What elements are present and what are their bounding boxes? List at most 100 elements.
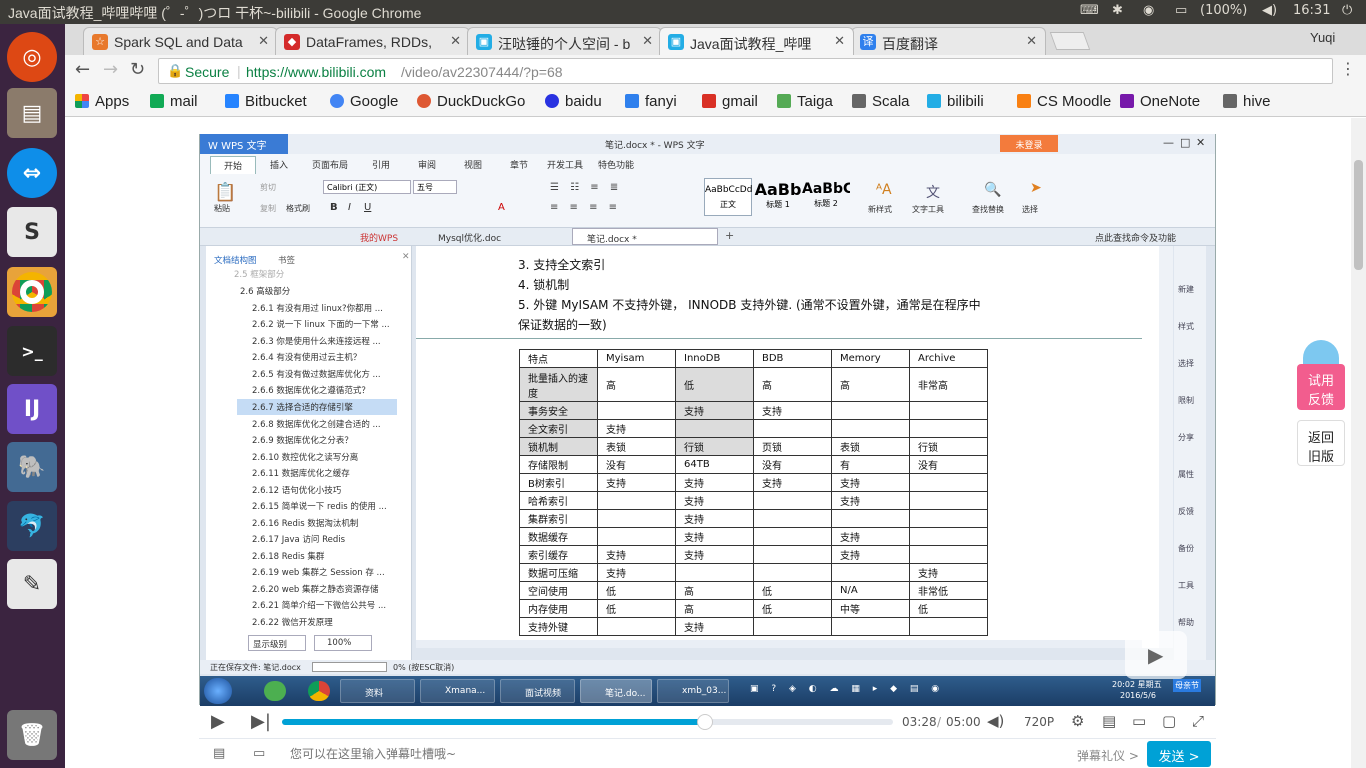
close-icon[interactable]: ✕ xyxy=(642,33,653,49)
tree-item[interactable]: 2.6 高级部分 xyxy=(240,285,401,297)
tree-item[interactable]: 2.6.4 有没有使用过云主机？ xyxy=(252,351,401,363)
bookmark-cs-moodle[interactable]: CS Moodle xyxy=(1017,93,1111,110)
bookmark-google[interactable]: Google xyxy=(330,93,398,110)
tree-item[interactable]: 2.6.6 数据库优化之遵循范式？ xyxy=(252,384,401,396)
taskbar-folder[interactable]: Xmana... xyxy=(420,679,495,703)
styles-button[interactable]: 样式 xyxy=(1178,321,1194,332)
scroll-thumb[interactable] xyxy=(1354,160,1363,270)
wps-app-menu[interactable]: W WPS 文字 xyxy=(200,134,288,154)
tab-layout[interactable]: 页面布局 xyxy=(302,156,358,174)
underline-icon[interactable]: U xyxy=(364,202,371,213)
quality-select[interactable]: 720P xyxy=(1024,715,1054,729)
properties-button[interactable]: 属性 xyxy=(1178,469,1194,480)
chrome-icon[interactable] xyxy=(7,267,57,317)
tab-dataframes[interactable]: ◆ DataFrames, RDDs, ✕ xyxy=(275,27,470,55)
bookmark-mail[interactable]: mail xyxy=(150,93,198,110)
win-date[interactable]: 2016/5/6 xyxy=(1120,691,1156,700)
bookmark-baidu[interactable]: baidu xyxy=(545,93,602,110)
tree-item[interactable]: 2.6.10 数控优化之读写分离 xyxy=(252,451,401,463)
tree-item[interactable]: 2.6.9 数据库优化之分表？ xyxy=(252,434,401,446)
settings-icon[interactable]: ⚙ xyxy=(1071,712,1084,730)
add-tab-icon[interactable]: + xyxy=(725,229,734,242)
system-tray-icons[interactable]: ▣ ? ◈ ◐ ☁ ▦ ▸ ◆ ▤ ◉ xyxy=(750,684,944,694)
ubuntu-icon[interactable]: ◎ xyxy=(7,32,57,82)
paste-icon[interactable]: 📋 xyxy=(214,182,236,203)
tree-item[interactable]: 2.6.2 说一下 linux 下面的一下常 ... xyxy=(252,318,401,330)
tab-view[interactable]: 视图 xyxy=(450,156,496,174)
text-tools-button[interactable]: 文字工具 xyxy=(912,204,944,215)
widescreen-icon[interactable]: ▭ xyxy=(1132,712,1146,730)
share-button[interactable]: 分享 xyxy=(1178,432,1194,443)
bookmark-onenote[interactable]: OneNote xyxy=(1120,93,1200,110)
close-icon[interactable]: ✕ xyxy=(450,33,461,49)
wps-home-tab[interactable]: 我的WPS xyxy=(360,231,398,244)
win-time[interactable]: 20:02 星期五 xyxy=(1112,679,1162,690)
tools-button[interactable]: 工具 xyxy=(1178,580,1194,591)
taskbar-wps[interactable]: 笔记.do... xyxy=(580,679,652,703)
play-overlay[interactable]: ▶ xyxy=(1125,631,1187,679)
volume-icon[interactable]: ◀) xyxy=(1262,3,1277,18)
menu-icon[interactable]: ⋮ xyxy=(1340,59,1356,78)
bookmark-bitbucket[interactable]: Bitbucket xyxy=(225,93,307,110)
close-icon[interactable]: ✕ xyxy=(834,33,845,49)
maximize-icon[interactable]: □ xyxy=(1180,136,1190,149)
select-side-button[interactable]: 选择 xyxy=(1178,358,1194,369)
windows-start-icon[interactable] xyxy=(204,678,232,704)
paragraph-tools[interactable]: ☰ ☷ ≡ ≣ xyxy=(550,182,622,193)
teamviewer-icon[interactable]: ⇔ xyxy=(7,148,57,198)
bookmark-bilibili[interactable]: bilibili xyxy=(927,93,984,110)
pane-tab-structure[interactable]: 文档结构图 xyxy=(214,254,257,266)
danmaku-icon[interactable]: ▤ xyxy=(1102,712,1116,730)
close-icon[interactable]: ✕ xyxy=(1026,33,1037,49)
send-button[interactable]: 发送 > xyxy=(1147,741,1211,767)
new-tab-button[interactable] xyxy=(1049,32,1091,50)
progress-handle[interactable] xyxy=(697,714,714,730)
font-size-select[interactable]: 五号 xyxy=(413,180,457,194)
doc-vertical-scrollbar[interactable] xyxy=(1159,246,1173,648)
bookmark-scala[interactable]: Scala xyxy=(852,93,910,110)
danmaku-input[interactable] xyxy=(284,742,1064,766)
tab-spark-sql[interactable]: ☆ Spark SQL and Data ✕ xyxy=(83,27,278,55)
play-icon[interactable]: ▶ xyxy=(211,711,225,732)
tree-item[interactable]: 2.6.3 你是使用什么来连接远程 ... xyxy=(252,335,401,347)
back-old-version-button[interactable]: 返回 旧版 xyxy=(1297,420,1345,466)
tab-dev[interactable]: 开发工具 xyxy=(542,156,588,174)
bold-icon[interactable]: B xyxy=(330,202,338,213)
format-painter-button[interactable]: 格式刷 xyxy=(286,203,310,214)
tab-home[interactable]: 开始 xyxy=(210,156,256,174)
bookmark-duckduckgo[interactable]: DuckDuckGo xyxy=(417,93,525,110)
tree-item[interactable]: 2.6.16 Redis 数据淘汰机制 xyxy=(252,517,401,529)
bookmark-apps[interactable]: Apps xyxy=(75,93,129,110)
restrict-button[interactable]: 限制 xyxy=(1178,395,1194,406)
select-button[interactable]: 选择 xyxy=(1022,204,1038,215)
back-icon[interactable]: ← xyxy=(75,59,90,80)
fullscreen-icon[interactable]: ⤢ xyxy=(1192,712,1204,730)
volume-icon[interactable]: ◀) xyxy=(987,712,1004,730)
tree-item[interactable]: 2.6.20 web 集群之静态资源存储 xyxy=(252,583,401,595)
zoom-select[interactable]: 100% xyxy=(314,635,372,651)
style-heading1[interactable]: AaBb 标题 1 xyxy=(754,178,802,216)
italic-icon[interactable]: I xyxy=(348,202,351,213)
horizontal-scrollbar[interactable] xyxy=(416,640,1142,648)
style-heading2[interactable]: AaBbC 标题 2 xyxy=(802,178,850,216)
taskbar-paint[interactable]: xmb_03... xyxy=(657,679,729,703)
wps-login-button[interactable]: 未登录 xyxy=(1000,135,1058,152)
help-button[interactable]: 帮助 xyxy=(1178,617,1194,628)
wifi-icon[interactable]: ◉ xyxy=(1143,3,1154,18)
tree-item[interactable]: 2.6.19 web 集群之 Session 存 ... xyxy=(252,566,401,578)
battery-icon[interactable]: ▭ xyxy=(1175,3,1187,18)
tree-item[interactable]: 2.6.15 简单说一下 redis 的使用 ... xyxy=(252,500,401,512)
chrome-icon[interactable] xyxy=(308,681,330,701)
document-area[interactable]: 3. 支持全文索引 4. 锁机制 5. 外键 MyISAM 不支持外键， INN… xyxy=(416,246,1159,648)
cut-button[interactable]: 剪切 xyxy=(260,182,276,193)
close-icon[interactable]: ✕ xyxy=(1196,136,1205,149)
bookmark-taiga[interactable]: Taiga xyxy=(777,93,833,110)
tab-review[interactable]: 审阅 xyxy=(404,156,450,174)
tab-baidu-fanyi[interactable]: 译 百度翻译 ✕ xyxy=(851,27,1046,55)
clock[interactable]: 16:31 xyxy=(1293,3,1330,18)
settings-icon[interactable]: ✱ xyxy=(1112,3,1123,18)
feedback-button[interactable]: 反馈 xyxy=(1178,506,1194,517)
intellij-icon[interactable]: IJ xyxy=(7,384,57,434)
danmaku-style-icon[interactable]: ▭ xyxy=(253,746,265,761)
new-button[interactable]: 新建 xyxy=(1178,284,1194,295)
